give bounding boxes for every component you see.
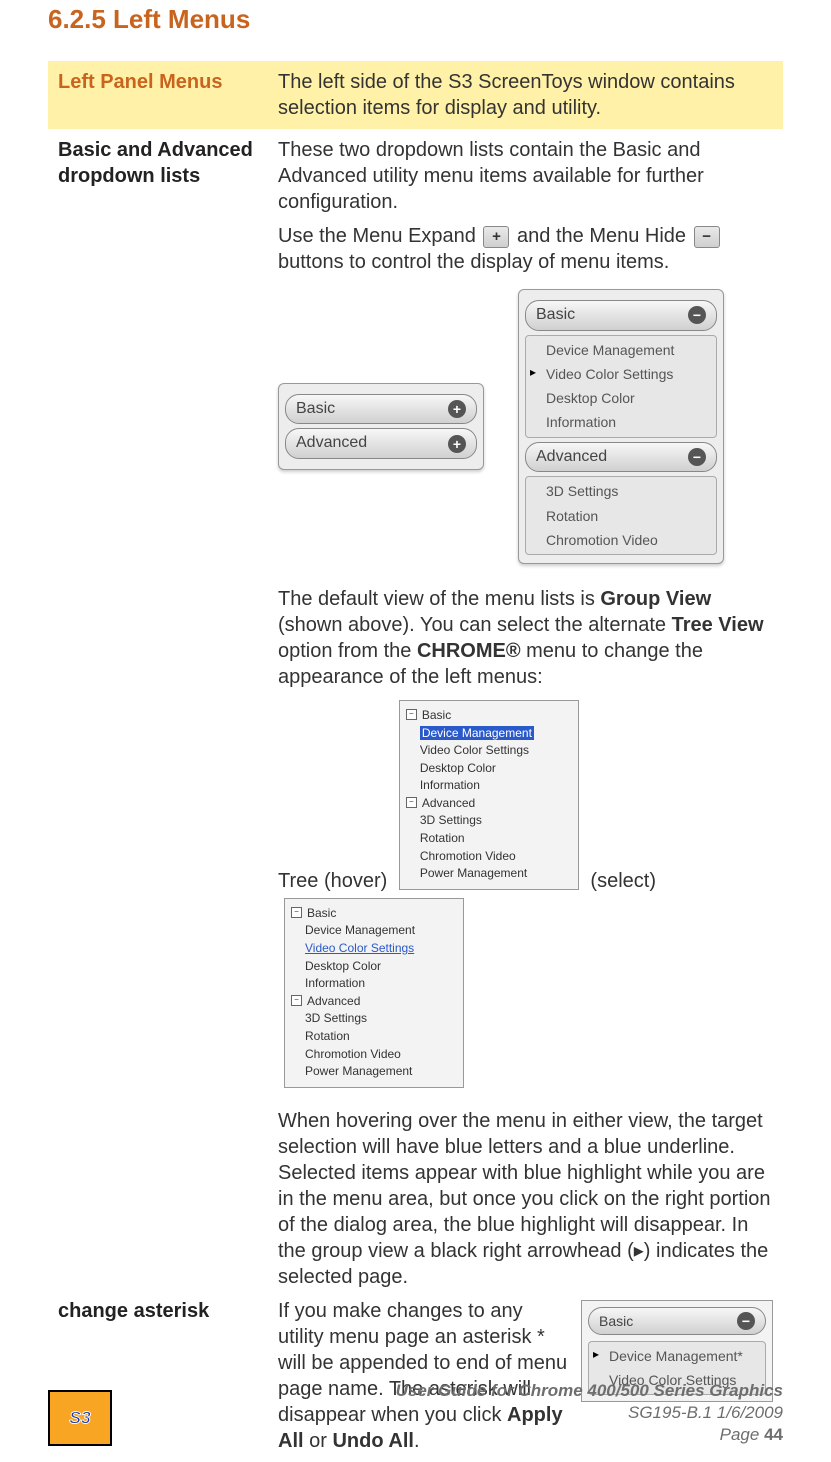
advanced-pill[interactable]: Advanced +	[285, 428, 477, 459]
basic-pill-expanded[interactable]: Basic −	[525, 300, 717, 331]
list-item[interactable]: Rotation	[526, 504, 716, 528]
tree-node[interactable]: Chromotion Video	[289, 1046, 459, 1064]
text-frag: Group View	[600, 588, 711, 610]
advanced-pill-label: Advanced	[536, 447, 607, 468]
row-dropdowns-label: Basic and Advanced dropdown lists	[48, 129, 268, 1298]
advanced-submenu: 3D Settings Rotation Chromotion Video	[525, 476, 717, 555]
collapse-icon: −	[406, 709, 417, 720]
plus-icon: +	[448, 435, 466, 453]
tree-node[interactable]: Rotation	[404, 830, 574, 848]
tree-node[interactable]: Device Management	[289, 922, 459, 940]
row-left-panel-label: Left Panel Menus	[48, 61, 268, 129]
advanced-pill-expanded[interactable]: Advanced −	[525, 442, 717, 473]
text-frag: The default view of the menu lists is	[278, 588, 600, 610]
text-frag: and the Menu Hide	[517, 225, 692, 247]
row-left-panel-text: The left side of the S3 ScreenToys windo…	[268, 61, 783, 129]
s3-logo-icon: S3	[48, 1390, 112, 1446]
row-dropdowns-content: These two dropdown lists contain the Bas…	[268, 129, 783, 1298]
footer-title: User Guide for Chrome 400/500 Series Gra…	[396, 1380, 783, 1402]
section-heading: 6.2.5 Left Menus	[48, 0, 783, 35]
list-item[interactable]: Device Management*	[589, 1344, 765, 1368]
tree-node[interactable]: Power Management	[289, 1063, 459, 1081]
minus-icon: −	[688, 448, 706, 466]
tree-node[interactable]: Desktop Color	[289, 958, 459, 976]
tree-select-caption: (select)	[590, 870, 656, 892]
text-frag: Use the Menu Expand	[278, 225, 481, 247]
tree-node[interactable]: 3D Settings	[289, 1010, 459, 1028]
plus-icon: +	[448, 400, 466, 418]
svg-text:S3: S3	[69, 1408, 91, 1428]
dropdowns-paragraph-2: Use the Menu Expand + and the Menu Hide …	[278, 223, 773, 275]
dropdowns-paragraph-3: The default view of the menu lists is Gr…	[278, 586, 773, 690]
collapse-icon: −	[406, 797, 417, 808]
tree-node[interactable]: −Basic	[404, 707, 574, 725]
tree-node[interactable]: Device Management	[404, 725, 574, 743]
text-frag: CHROME®	[417, 640, 521, 662]
list-item[interactable]: Desktop Color	[526, 386, 716, 410]
tree-node[interactable]: Video Color Settings	[289, 940, 459, 958]
list-item[interactable]: 3D Settings	[526, 479, 716, 503]
collapse-icon: −	[291, 995, 302, 1006]
basic-pill[interactable]: Basic −	[588, 1307, 766, 1335]
tree-node[interactable]: Power Management	[404, 865, 574, 883]
list-item[interactable]: Video Color Settings	[526, 362, 716, 386]
basic-pill-label: Basic	[599, 1312, 633, 1330]
menu-hide-icon: −	[694, 226, 720, 248]
basic-pill-label: Basic	[536, 305, 575, 326]
minus-icon: −	[737, 1312, 755, 1330]
basic-submenu: Device Management Video Color Settings D…	[525, 335, 717, 438]
menu-expand-icon: +	[483, 226, 509, 248]
tree-hover-figure: −Basic Device Management Video Color Set…	[399, 700, 579, 890]
footer-revision: SG195-B.1 1/6/2009	[396, 1402, 783, 1424]
dropdowns-paragraph-4: When hovering over the menu in either vi…	[278, 1108, 773, 1290]
tree-node[interactable]: −Advanced	[289, 993, 459, 1011]
tree-node[interactable]: Information	[404, 777, 574, 795]
text-frag: option from the	[278, 640, 417, 662]
tree-node[interactable]: −Basic	[289, 905, 459, 923]
tree-node[interactable]: −Advanced	[404, 795, 574, 813]
list-item[interactable]: Information	[526, 410, 716, 434]
basic-pill[interactable]: Basic +	[285, 394, 477, 425]
list-item[interactable]: Chromotion Video	[526, 528, 716, 552]
tree-node[interactable]: Video Color Settings	[404, 742, 574, 760]
text-frag: Tree View	[672, 614, 764, 636]
tree-node[interactable]: Desktop Color	[404, 760, 574, 778]
tree-node[interactable]: Rotation	[289, 1028, 459, 1046]
basic-pill-label: Basic	[296, 399, 335, 420]
page-footer: S3 User Guide for Chrome 400/500 Series …	[0, 1380, 831, 1446]
text-frag: (shown above). You can select the altern…	[278, 614, 672, 636]
tree-node[interactable]: 3D Settings	[404, 812, 574, 830]
dropdowns-paragraph-1: These two dropdown lists contain the Bas…	[278, 137, 773, 215]
collapse-icon: −	[291, 907, 302, 918]
footer-page: Page 44	[396, 1424, 783, 1446]
definitions-table: Left Panel Menus The left side of the S3…	[48, 61, 783, 1462]
tree-node[interactable]: Chromotion Video	[404, 848, 574, 866]
minus-icon: −	[688, 306, 706, 324]
list-item[interactable]: Device Management	[526, 338, 716, 362]
tree-node[interactable]: Information	[289, 975, 459, 993]
text-frag: Page	[720, 1425, 764, 1444]
page-number: 44	[764, 1425, 783, 1444]
menu-collapsed-figure: Basic + Advanced +	[278, 383, 484, 471]
tree-select-figure: −Basic Device Management Video Color Set…	[284, 898, 464, 1088]
advanced-pill-label: Advanced	[296, 433, 367, 454]
tree-hover-caption: Tree (hover)	[278, 870, 393, 892]
text-frag: buttons to control the display of menu i…	[278, 251, 669, 273]
menu-expanded-figure: Basic − Device Management Video Color Se…	[518, 289, 724, 564]
